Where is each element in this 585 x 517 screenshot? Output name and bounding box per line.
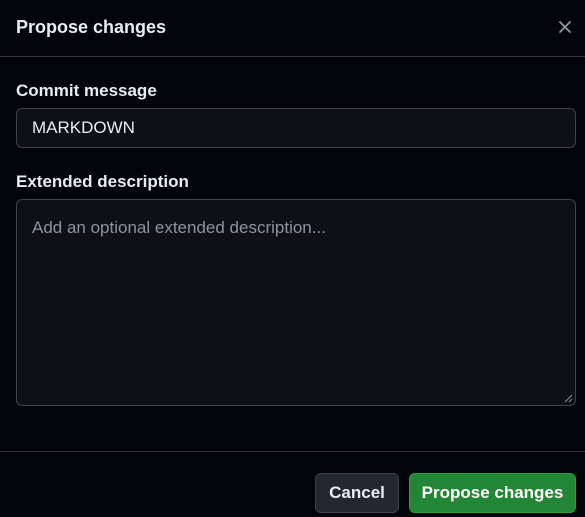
commit-message-label: Commit message [16,81,157,100]
cancel-button[interactable]: Cancel [315,473,399,513]
dialog-header: Propose changes [0,0,585,57]
propose-changes-dialog: Propose changes Commit message Extended … [0,0,585,517]
dialog-title: Propose changes [16,17,167,37]
extended-description-textarea[interactable] [16,199,576,406]
x-icon [559,21,571,33]
propose-changes-button[interactable]: Propose changes [409,473,576,513]
extended-description-label: Extended description [16,172,189,191]
commit-message-input[interactable] [16,108,576,148]
close-button[interactable] [553,15,577,39]
resize-grip-icon[interactable] [563,393,573,403]
